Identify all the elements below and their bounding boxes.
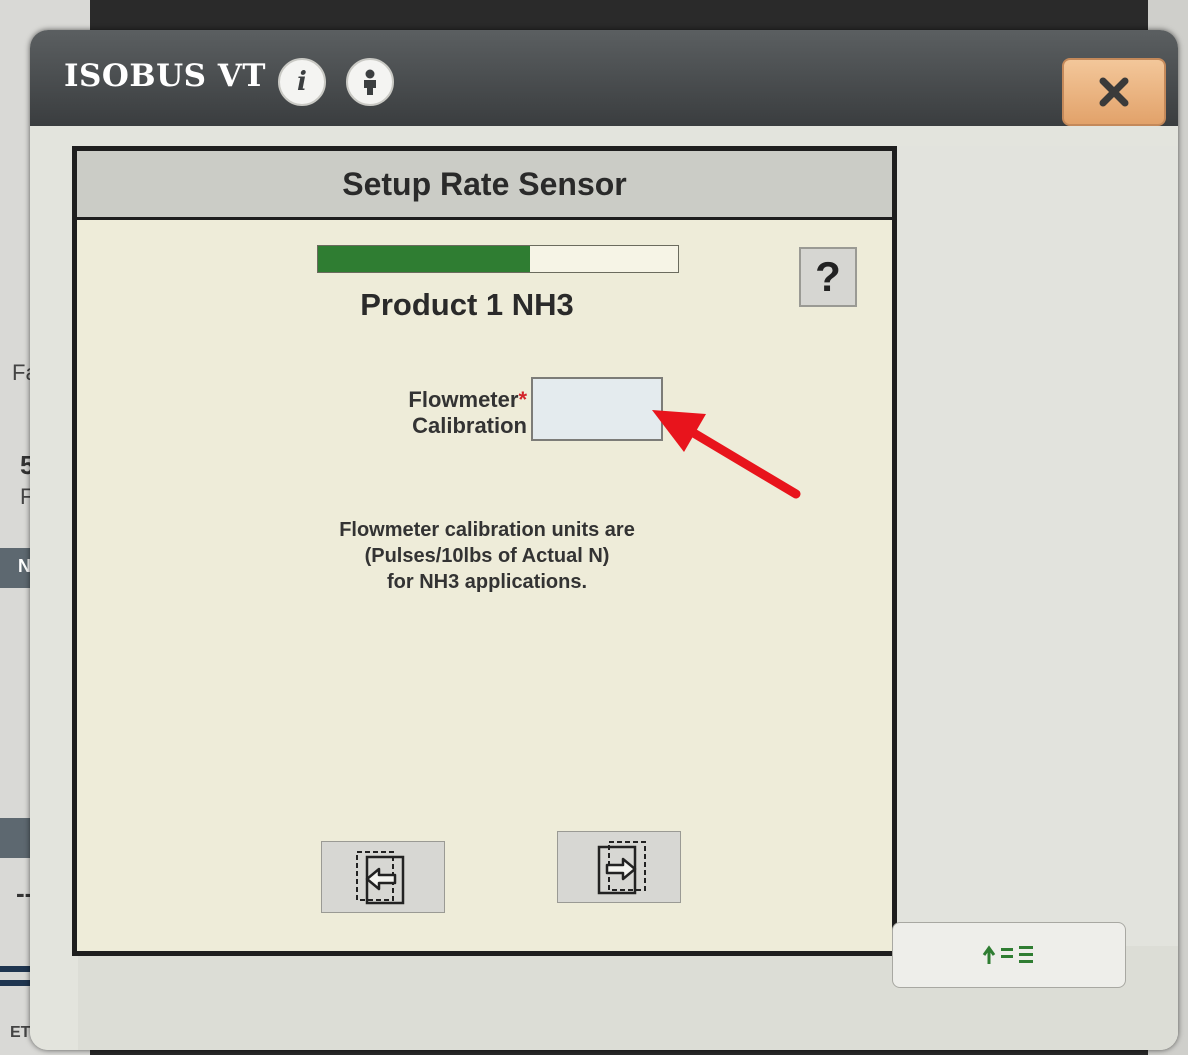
operator-info-icon[interactable] bbox=[346, 58, 394, 106]
required-marker: * bbox=[518, 387, 527, 412]
note-line3: for NH3 applications. bbox=[386, 571, 588, 593]
calibration-units-note: Flowmeter calibration units are (Pulses/… bbox=[297, 517, 677, 595]
note-line1: Flowmeter calibration units are bbox=[339, 519, 635, 541]
previous-page-icon bbox=[356, 851, 405, 905]
menu-list-button[interactable] bbox=[892, 922, 1126, 988]
wizard-progress-bar bbox=[317, 245, 679, 273]
note-line2: (Pulses/10lbs of Actual N) bbox=[364, 545, 610, 567]
help-button[interactable]: ? bbox=[799, 247, 857, 307]
flowmeter-calibration-label: Flowmeter* Calibration bbox=[327, 387, 527, 439]
info-icon[interactable]: i bbox=[278, 58, 326, 106]
vt-body: Setup Rate Sensor ? Product 1 NH3 Flowme… bbox=[30, 126, 1178, 1050]
window-title: ISOBUS VT bbox=[64, 58, 266, 94]
next-page-icon bbox=[597, 841, 646, 895]
close-button[interactable] bbox=[1062, 58, 1166, 126]
softkey-pane bbox=[892, 146, 1178, 946]
flowmeter-calibration-input[interactable] bbox=[531, 377, 663, 441]
product-label: Product 1 NH3 bbox=[360, 287, 574, 322]
close-icon bbox=[1099, 77, 1129, 107]
menu-list-icon bbox=[982, 945, 1033, 964]
label-line2: Calibration bbox=[412, 413, 527, 438]
isobus-vt-window: ISOBUS VT i Setup Rate Sensor ? Product … bbox=[30, 30, 1178, 1050]
progress-fill bbox=[318, 246, 531, 272]
previous-page-button[interactable] bbox=[321, 841, 445, 913]
mask-title: Setup Rate Sensor bbox=[342, 165, 627, 202]
next-page-button[interactable] bbox=[557, 831, 681, 903]
setup-rate-sensor-mask: Setup Rate Sensor ? Product 1 NH3 Flowme… bbox=[72, 146, 897, 956]
label-line1: Flowmeter bbox=[408, 387, 519, 412]
title-bar: ISOBUS VT i bbox=[30, 30, 1178, 126]
mask-header: Setup Rate Sensor bbox=[77, 151, 892, 220]
